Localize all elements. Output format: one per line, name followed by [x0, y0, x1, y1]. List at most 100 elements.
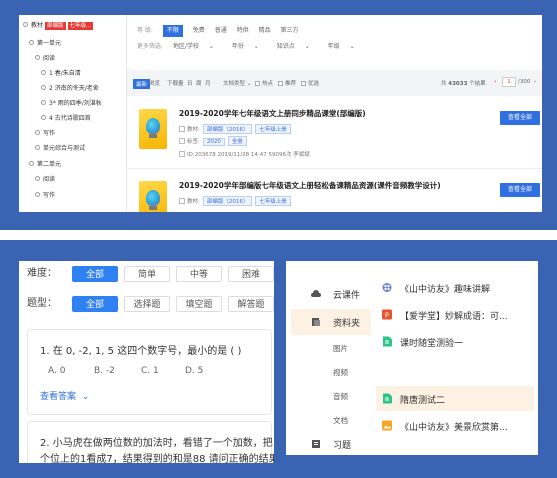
image-icon	[382, 420, 392, 431]
book-cover-image	[139, 109, 167, 149]
sort-tab-views[interactable]: 浏览	[149, 79, 160, 87]
library-item[interactable]: 《山中访友》美景欣赏第...	[376, 413, 534, 438]
sub-nav-audio[interactable]: 音频	[333, 391, 348, 402]
more-filter-dropdown[interactable]: 知识点 ⌄	[277, 41, 318, 53]
tree-item[interactable]: 阅读	[35, 54, 55, 63]
dropdown-label: 年份	[231, 43, 244, 50]
level-option[interactable]: 第三方	[281, 25, 299, 37]
level-option[interactable]: 免费	[193, 25, 205, 37]
sort-tab-month[interactable]: 月	[205, 79, 211, 87]
more-filter-dropdown[interactable]: 年份 ⌄	[232, 41, 267, 53]
level-option[interactable]: 特供	[237, 25, 249, 37]
recommend-checkbox[interactable]: 推荐	[278, 79, 296, 87]
tree-item[interactable]: 写作	[35, 129, 55, 138]
tree-item[interactable]: 1 春/朱自清	[41, 69, 81, 78]
nav-cloud-courseware[interactable]: 云课件	[291, 281, 371, 307]
level-option[interactable]: 普通	[215, 25, 227, 37]
ppt-icon: P	[382, 309, 392, 320]
chevron-down-icon: ⌄	[304, 43, 310, 50]
difficulty-easy-chip[interactable]: 简单	[124, 266, 170, 282]
hot-checkbox[interactable]: 热点	[255, 79, 273, 87]
tree-item[interactable]: 4 古代诗歌四首	[41, 114, 91, 123]
library-item-label: 《山中访友》美景欣赏第...	[400, 423, 508, 433]
tree-item-label: 4 古代诗歌四首	[49, 115, 91, 122]
sort-tab-downloads[interactable]: 下载量	[167, 79, 184, 87]
format-dropdown[interactable]: 文档类型 ⌄	[223, 79, 251, 87]
library-item[interactable]: 隋唐测试二	[376, 386, 534, 411]
page-input[interactable]: 1	[502, 77, 516, 87]
question-card[interactable]: 1. 在 0, -2, 1, 5 这四个数字号，最小的是 ( ) A. 0 B.…	[27, 329, 272, 415]
exercise-icon	[312, 440, 320, 448]
meta-tag[interactable]: 全册	[227, 136, 247, 146]
tree-node-icon	[23, 22, 28, 27]
id-icon	[179, 151, 185, 157]
tree-item[interactable]: 第二单元	[29, 160, 61, 169]
view-answer-link[interactable]: 查看答案 ⌄	[40, 389, 89, 402]
more-filter-dropdown[interactable]: 地区/学校 ⌄	[173, 41, 222, 53]
sort-tab-day[interactable]: 日	[187, 79, 193, 87]
sub-nav-videos[interactable]: 视频	[333, 367, 348, 378]
type-fill-chip[interactable]: 填空题	[176, 296, 222, 312]
tree-item[interactable]: 阅读	[35, 175, 55, 184]
tree-node-icon	[35, 55, 40, 60]
meta-tag[interactable]: 七年级上册	[255, 196, 291, 206]
view-all-button[interactable]: 查看全部	[500, 183, 540, 197]
view-answer-label: 查看答案	[40, 392, 77, 402]
meta-label: 教材:	[187, 127, 200, 133]
tree-root-label: 教材	[31, 22, 44, 29]
library-item[interactable]: P 【爱学堂】妙解成语：可...	[376, 302, 534, 327]
meta-tag[interactable]: 部编版（2016）	[202, 124, 253, 134]
nav-folder[interactable]: 资料夹	[291, 309, 371, 335]
question-card[interactable]: 2. 小马虎在做两位数的加法时，看错了一个加数，把 个位上的1看成7，结果得到的…	[27, 421, 274, 463]
option-d[interactable]: D. 5	[185, 366, 203, 376]
level-option[interactable]: 精品	[259, 25, 271, 37]
library-item[interactable]: 课时随堂测验一	[376, 329, 534, 354]
type-choice-chip[interactable]: 选择题	[124, 296, 170, 312]
sort-tab-week[interactable]: 周	[196, 79, 202, 87]
nav-label: 习题	[333, 441, 352, 451]
tree-node-icon	[41, 100, 46, 105]
difficulty-medium-chip[interactable]: 中等	[176, 266, 222, 282]
resource-title[interactable]: 2019-2020学年七年级语文上册同步精品课堂(部编版)	[179, 108, 366, 119]
tree-item-label: 单元综合与测试	[43, 145, 86, 152]
filter-chip-grade[interactable]: 七年级...	[67, 22, 94, 30]
library-item-label: 课时随堂测验一	[400, 339, 464, 349]
tree-item[interactable]: 3* 雨的四季/刘湛秋	[41, 99, 102, 108]
filter-chip-edition[interactable]: 部编版	[45, 22, 66, 30]
resource-item[interactable]: 2019-2020学年七年级语文上册同步精品课堂(部编版) 教材: 部编版（201…	[127, 99, 542, 169]
resource-title[interactable]: 2019-2020学年部编版七年级语文上册轻松备课精品资源(课件音频教学设计)	[179, 180, 441, 191]
library-item[interactable]: 《山中访友》趣味讲解	[376, 275, 534, 300]
meta-tag[interactable]: 七年级上册	[255, 124, 291, 134]
option-a[interactable]: A. 0	[48, 366, 65, 376]
sub-nav-images[interactable]: 图片	[333, 343, 348, 354]
level-option-selected[interactable]: 不限	[162, 25, 183, 37]
format-label: 文档类型	[223, 81, 246, 87]
nav-exercises[interactable]: 习题	[291, 431, 371, 455]
tree-item-label: 写作	[43, 130, 56, 137]
difficulty-hard-chip[interactable]: 困难	[228, 266, 274, 282]
tree-item[interactable]: 2 济南的冬天/老舍	[41, 84, 99, 93]
tree-root[interactable]: 教材 部编版 七年级...	[23, 21, 94, 30]
page-total: /300	[518, 79, 531, 85]
tree-item[interactable]: 单元综合与测试	[35, 144, 85, 153]
sort-tab-latest[interactable]: 最新	[133, 79, 151, 89]
prev-page-icon[interactable]: ‹	[494, 79, 496, 85]
resource-info-meta: ID:203678 2019/11/28 14:47 59096次 李斌斌	[179, 150, 310, 158]
more-filter-dropdown[interactable]: 年级 ⌄	[328, 41, 363, 53]
premium-checkbox[interactable]: 优选	[301, 79, 319, 87]
tree-item[interactable]: 第一单元	[29, 39, 61, 48]
tree-node-icon	[41, 115, 46, 120]
next-page-icon[interactable]: ›	[534, 79, 536, 85]
resource-item[interactable]: 2019-2020学年部编版七年级语文上册轻松备课精品资源(课件音频教学设计) …	[127, 171, 542, 212]
tree-item[interactable]: 写作	[35, 191, 55, 200]
meta-tag[interactable]: 2020	[202, 138, 225, 146]
option-b[interactable]: B. -2	[94, 366, 115, 376]
option-c[interactable]: C. 1	[141, 366, 159, 376]
type-all-chip[interactable]: 全部	[72, 296, 118, 312]
sub-nav-docs[interactable]: 文档	[333, 415, 348, 426]
view-all-button[interactable]: 查看全部	[500, 111, 540, 125]
tree-node-icon	[35, 176, 40, 181]
difficulty-all-chip[interactable]: 全部	[72, 266, 118, 282]
type-answer-chip[interactable]: 解答题	[228, 296, 274, 312]
meta-tag[interactable]: 部编版（2016）	[202, 196, 253, 206]
